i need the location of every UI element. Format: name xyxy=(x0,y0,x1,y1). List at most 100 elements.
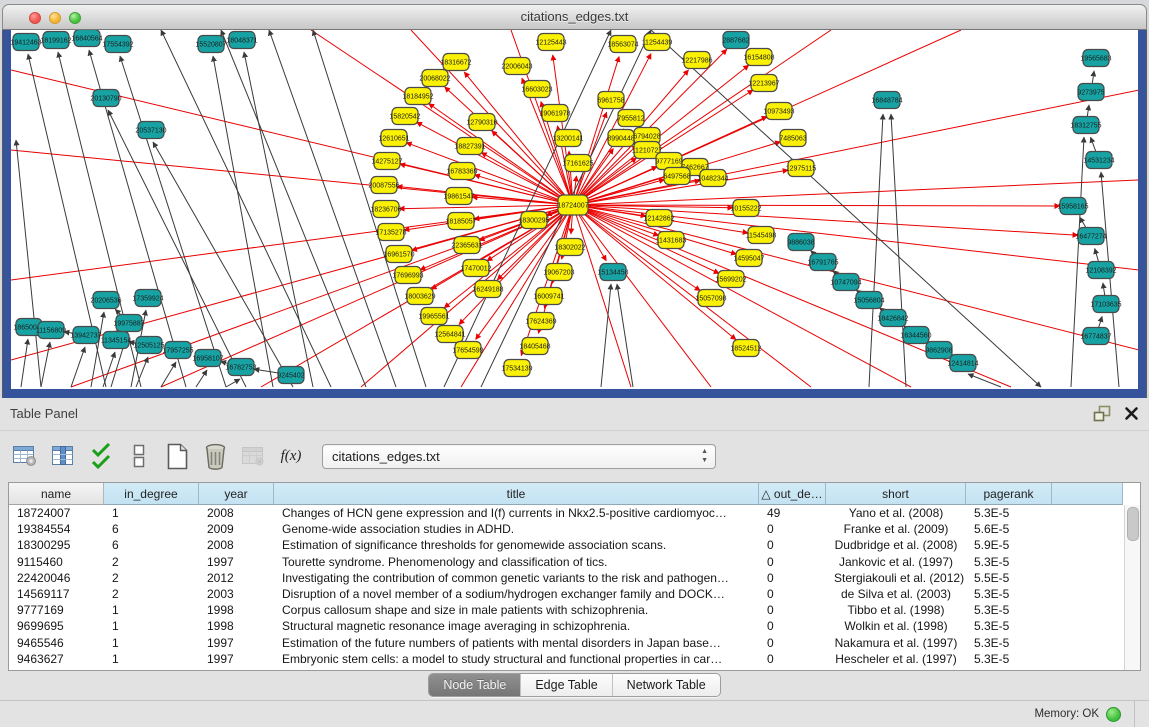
graph-node[interactable]: 18300295 xyxy=(518,212,549,229)
cell-title[interactable]: Changes of HCN gene expression and I(f) … xyxy=(274,506,759,520)
graph-node[interactable]: 17534139 xyxy=(501,360,532,377)
table-row[interactable]: 2242004622012Investigating the contribut… xyxy=(9,570,1140,586)
cell-year[interactable]: 2003 xyxy=(199,587,274,601)
graph-node[interactable]: 14275127 xyxy=(371,153,402,170)
graph-node[interactable]: 22006043 xyxy=(501,58,532,75)
graph-node[interactable]: 11545498 xyxy=(746,227,777,244)
cell-in_degree[interactable]: 1 xyxy=(104,506,199,520)
graph-node[interactable]: 11156809 xyxy=(36,322,66,339)
graph-node[interactable]: 19965561 xyxy=(418,308,449,325)
graph-node[interactable]: 18426842 xyxy=(877,310,908,327)
graph-node[interactable]: 9245402 xyxy=(277,367,304,384)
graph-node[interactable]: 19565683 xyxy=(1080,50,1111,67)
graph-node[interactable]: 7955812 xyxy=(617,110,644,127)
graph-node[interactable]: 18524512 xyxy=(730,340,761,357)
cell-title[interactable]: Embryonic stem cells: a model to study s… xyxy=(274,652,759,666)
cell-year[interactable]: 2008 xyxy=(199,538,274,552)
graph-node[interactable]: 12217986 xyxy=(681,52,712,69)
table-row[interactable]: 969969511998Structural magnetic resonanc… xyxy=(9,618,1140,634)
graph-node[interactable]: 20206536 xyxy=(90,292,121,309)
network-canvas[interactable]: 1831667220068022181849521582054212610651… xyxy=(11,30,1138,389)
graph-node[interactable]: 15820542 xyxy=(389,108,420,125)
cell-name[interactable]: 9465546 xyxy=(9,636,104,650)
cell-short[interactable]: de Silva et al. (2003) xyxy=(826,587,966,601)
graph-node[interactable]: 10482344 xyxy=(697,170,728,187)
graph-node[interactable]: 6961758 xyxy=(597,92,624,109)
graph-node[interactable]: 18316672 xyxy=(440,54,471,71)
column-header-title[interactable]: title xyxy=(274,483,759,505)
graph-node[interactable]: 18302022 xyxy=(554,239,585,256)
cell-short[interactable]: Wolkin et al. (1998) xyxy=(826,619,966,633)
cell-name[interactable]: 22420046 xyxy=(9,571,104,585)
graph-node[interactable]: 13200141 xyxy=(552,130,583,147)
cell-title[interactable]: Genome-wide association studies in ADHD. xyxy=(274,522,759,536)
column-header-name[interactable]: name xyxy=(9,483,104,505)
graph-node[interactable]: 18827391 xyxy=(454,138,485,155)
graph-node[interactable]: 14595047 xyxy=(733,250,764,267)
cell-name[interactable]: 14569117 xyxy=(9,587,104,601)
graph-node[interactable]: 18184952 xyxy=(402,88,433,105)
new-column-button[interactable] xyxy=(162,441,192,471)
cell-out_de[interactable]: 0 xyxy=(759,571,826,585)
cell-pagerank[interactable]: 5.3E-5 xyxy=(966,603,1052,617)
graph-node[interactable]: 18003629 xyxy=(404,288,435,305)
graph-node[interactable]: 12213967 xyxy=(748,75,779,92)
cell-pagerank[interactable]: 5.3E-5 xyxy=(966,619,1052,633)
graph-node[interactable]: 17161625 xyxy=(562,155,593,172)
graph-node[interactable]: 11254439 xyxy=(642,34,673,51)
cell-in_degree[interactable]: 6 xyxy=(104,522,199,536)
graph-node[interactable]: 12564841 xyxy=(434,326,465,343)
graph-node[interactable]: 11431683 xyxy=(656,232,687,249)
cell-in_degree[interactable]: 2 xyxy=(104,555,199,569)
cell-title[interactable]: Estimation of significance thresholds fo… xyxy=(274,538,759,552)
graph-node[interactable]: 10747094 xyxy=(830,274,861,291)
graph-node[interactable]: 18312755 xyxy=(1070,117,1101,134)
graph-node[interactable]: 12108392 xyxy=(1085,262,1116,279)
graph-node[interactable]: 16958107 xyxy=(192,350,223,367)
cell-short[interactable]: Dudbridge et al. (2008) xyxy=(826,538,966,552)
graph-node[interactable]: 16791765 xyxy=(807,254,838,271)
cell-short[interactable]: Yano et al. (2008) xyxy=(826,506,966,520)
cell-year[interactable]: 1998 xyxy=(199,619,274,633)
cell-title[interactable]: Tourette syndrome. Phenomenology and cla… xyxy=(274,555,759,569)
scrollbar-thumb[interactable] xyxy=(1127,507,1139,541)
network-window-titlebar[interactable]: citations_edges.txt xyxy=(2,4,1147,30)
graph-node[interactable]: 14531234 xyxy=(1083,152,1114,169)
cell-out_de[interactable]: 0 xyxy=(759,522,826,536)
graph-node[interactable]: 17135278 xyxy=(375,224,406,241)
tab-edge-table[interactable]: Edge Table xyxy=(520,674,611,696)
cell-short[interactable]: Tibbo et al. (1998) xyxy=(826,603,966,617)
cell-in_degree[interactable]: 1 xyxy=(104,619,199,633)
cell-year[interactable]: 1997 xyxy=(199,636,274,650)
graph-node[interactable]: 18185057 xyxy=(445,213,476,230)
column-header-year[interactable]: year xyxy=(199,483,274,505)
cell-title[interactable]: Structural magnetic resonance image aver… xyxy=(274,619,759,633)
cell-in_degree[interactable]: 1 xyxy=(104,652,199,666)
graph-node[interactable]: 2887682 xyxy=(722,32,749,49)
graph-node[interactable]: 19412463 xyxy=(11,34,42,51)
graph-node[interactable]: 9862908 xyxy=(925,342,952,359)
graph-node[interactable]: 9273975 xyxy=(1077,84,1104,101)
close-panel-icon[interactable] xyxy=(1124,406,1139,421)
cell-pagerank[interactable]: 5.3E-5 xyxy=(966,652,1052,666)
cell-pagerank[interactable]: 5.3E-5 xyxy=(966,506,1052,520)
cell-title[interactable]: Investigating the contribution of common… xyxy=(274,571,759,585)
cell-out_de[interactable]: 0 xyxy=(759,603,826,617)
table-row[interactable]: 1456911722003Disruption of a novel membe… xyxy=(9,586,1140,602)
cell-out_de[interactable]: 0 xyxy=(759,555,826,569)
cell-title[interactable]: Estimation of the future numbers of pati… xyxy=(274,636,759,650)
cell-year[interactable]: 2008 xyxy=(199,506,274,520)
graph-node[interactable]: 16344560 xyxy=(900,327,931,344)
cell-out_de[interactable]: 49 xyxy=(759,506,826,520)
graph-node[interactable]: 20087556 xyxy=(368,177,399,194)
graph-node[interactable]: 17957255 xyxy=(162,342,193,359)
cell-in_degree[interactable]: 2 xyxy=(104,587,199,601)
column-header-short[interactable]: short xyxy=(826,483,966,505)
cell-short[interactable]: Jankovic et al. (1997) xyxy=(826,555,966,569)
cell-out_de[interactable]: 0 xyxy=(759,619,826,633)
graph-node[interactable]: 15699202 xyxy=(715,271,746,288)
show-columns-button[interactable] xyxy=(48,441,78,471)
graph-node[interactable]: 17654599 xyxy=(452,342,483,359)
column-header-out_de[interactable]: △ out_de… xyxy=(759,483,826,505)
cell-name[interactable]: 9699695 xyxy=(9,619,104,633)
